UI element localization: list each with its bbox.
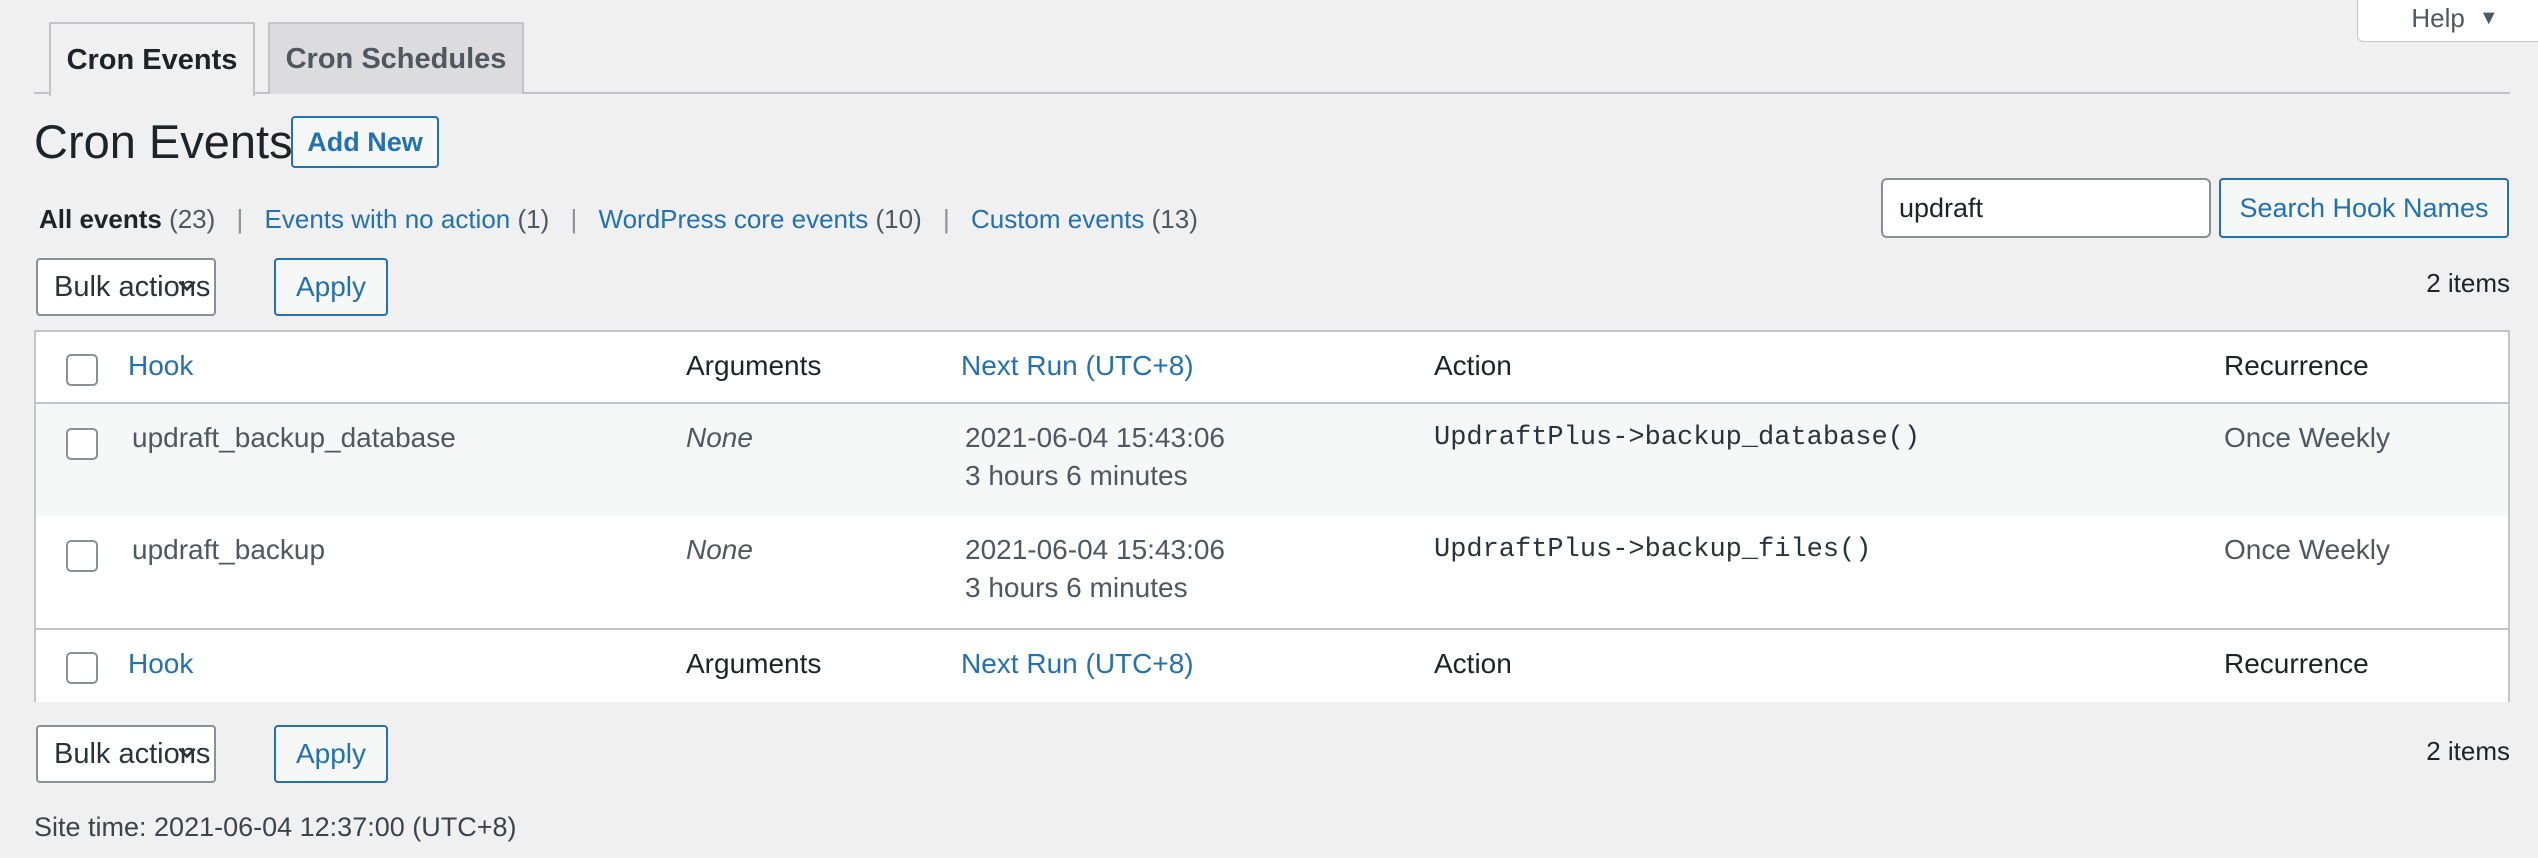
view-all-events[interactable]: All events <box>39 204 162 234</box>
view-separator: | <box>570 204 578 234</box>
table-row: updraft_backup_database None 2021-06-04 … <box>36 404 2508 516</box>
items-count-bottom: 2 items <box>2426 736 2510 766</box>
view-count: (1) <box>517 204 550 234</box>
search-hook-names-button[interactable]: Search Hook Names <box>2219 178 2509 238</box>
page-title: Cron Events <box>34 115 293 168</box>
row-arguments: None <box>686 422 753 453</box>
view-count: (10) <box>875 204 922 234</box>
bulk-actions-select-top[interactable]: Bulk actions <box>36 258 216 316</box>
table-header: Hook Arguments Next Run (UTC+8) Action R… <box>36 332 2508 404</box>
column-hook-footer[interactable]: Hook <box>128 648 193 680</box>
caret-down-icon: ▼ <box>2478 7 2499 29</box>
select-all-checkbox[interactable] <box>66 354 98 386</box>
view-count: (13) <box>1151 204 1198 234</box>
chevron-down-icon <box>178 747 196 759</box>
row-arguments: None <box>686 534 753 565</box>
search-input[interactable] <box>1881 178 2211 238</box>
row-action: UpdraftPlus->backup_database() <box>1434 423 1921 453</box>
column-recurrence-footer: Recurrence <box>2224 648 2369 679</box>
row-recurrence: Once Weekly <box>2224 534 2390 565</box>
row-next-run-time: 2021-06-04 15:43:06 <box>965 534 1225 565</box>
column-next-run[interactable]: Next Run (UTC+8) <box>961 350 1194 382</box>
help-button[interactable]: Help ▼ <box>2357 0 2538 42</box>
row-recurrence: Once Weekly <box>2224 422 2390 453</box>
column-hook[interactable]: Hook <box>128 350 193 382</box>
row-next-run-time: 2021-06-04 15:43:06 <box>965 422 1225 453</box>
site-time: Site time: 2021-06-04 12:37:00 (UTC+8) <box>34 812 517 842</box>
view-custom-events[interactable]: Custom events <box>971 204 1144 234</box>
apply-button-top[interactable]: Apply <box>274 258 388 316</box>
items-count-top: 2 items <box>2426 268 2510 298</box>
row-hook: updraft_backup <box>132 534 326 565</box>
view-separator: | <box>236 204 244 234</box>
tab-cron-events[interactable]: Cron Events <box>49 22 255 96</box>
view-separator: | <box>942 204 950 234</box>
column-arguments-footer: Arguments <box>686 648 822 679</box>
apply-button-bottom[interactable]: Apply <box>274 725 388 783</box>
row-next-run-relative: 3 hours 6 minutes <box>965 460 1188 491</box>
event-filter-views: All events (23) | Events with no action … <box>39 202 1198 236</box>
view-no-action[interactable]: Events with no action <box>265 204 511 234</box>
row-checkbox[interactable] <box>66 428 98 460</box>
help-label: Help <box>2411 3 2465 33</box>
tab-cron-schedules[interactable]: Cron Schedules <box>268 22 524 94</box>
table-row: updraft_backup None 2021-06-04 15:43:06 … <box>36 516 2508 628</box>
row-next-run-relative: 3 hours 6 minutes <box>965 572 1188 603</box>
select-all-checkbox-footer[interactable] <box>66 652 98 684</box>
view-core-events[interactable]: WordPress core events <box>599 204 869 234</box>
table-footer: Hook Arguments Next Run (UTC+8) Action R… <box>36 628 2508 702</box>
cron-events-table: Hook Arguments Next Run (UTC+8) Action R… <box>34 330 2510 702</box>
column-action: Action <box>1434 350 1512 381</box>
add-new-button[interactable]: Add New <box>291 116 439 168</box>
column-action-footer: Action <box>1434 648 1512 679</box>
row-checkbox[interactable] <box>66 540 98 572</box>
bulk-actions-select-bottom[interactable]: Bulk actions <box>36 725 216 783</box>
row-hook: updraft_backup_database <box>132 422 456 453</box>
column-recurrence: Recurrence <box>2224 350 2369 381</box>
chevron-down-icon <box>178 280 196 292</box>
column-arguments: Arguments <box>686 350 822 381</box>
view-count: (23) <box>169 204 216 234</box>
column-next-run-footer[interactable]: Next Run (UTC+8) <box>961 648 1194 680</box>
row-action: UpdraftPlus->backup_files() <box>1434 535 1872 565</box>
